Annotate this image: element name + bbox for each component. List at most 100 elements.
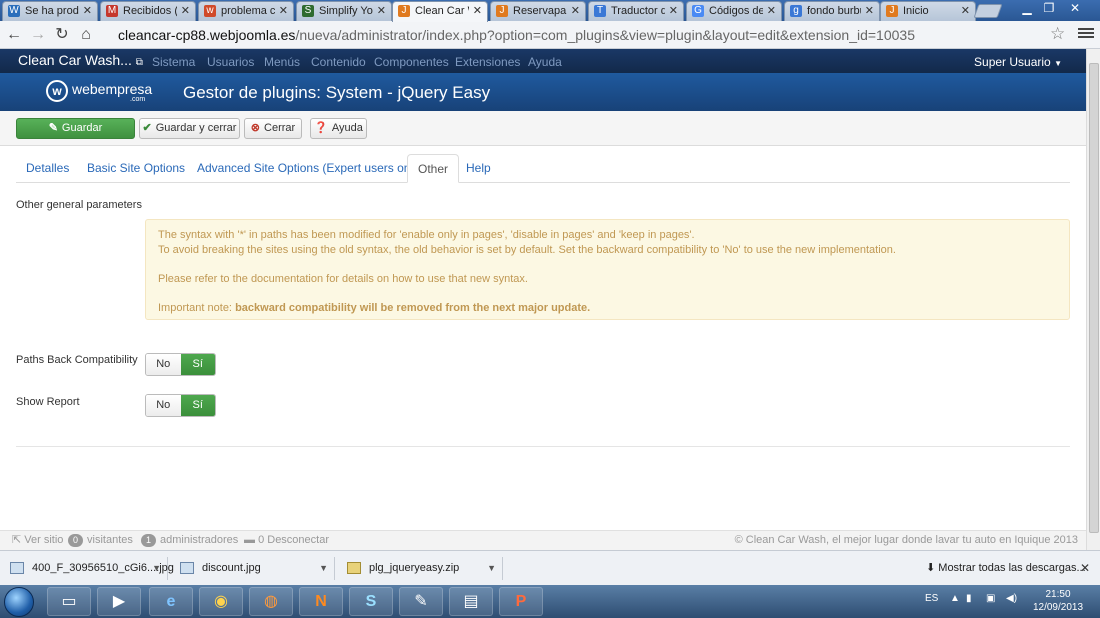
alert-note: Important note: backward compatibility w… <box>158 301 1057 316</box>
show-all-downloads-link[interactable]: ⬇ Mostrar todas las descargas... <box>926 557 1086 580</box>
vertical-scrollbar[interactable] <box>1086 49 1100 550</box>
browser-tab[interactable]: S Simplify You ✕ <box>296 1 392 21</box>
browser-tab[interactable]: J Reservapart ✕ <box>490 1 586 21</box>
close-icon[interactable]: ✕ <box>473 2 482 20</box>
option-no[interactable]: No <box>146 395 181 416</box>
option-yes[interactable]: Sí <box>180 395 215 416</box>
zip-file-icon <box>347 562 361 574</box>
menu-menus[interactable]: Menús <box>264 55 300 69</box>
close-icon[interactable]: ✕ <box>961 2 970 20</box>
question-icon: ❓ <box>314 122 328 134</box>
app-n-icon[interactable]: N <box>299 587 343 616</box>
tab-title: Traductor de <box>611 5 665 17</box>
menu-ayuda[interactable]: Ayuda <box>528 55 562 69</box>
tab-title: Se ha produ <box>25 5 79 17</box>
start-button-icon[interactable] <box>4 587 34 617</box>
site-brand-link[interactable]: Clean Car Wash... ⧉ <box>18 52 143 68</box>
close-icon[interactable]: ✕ <box>377 2 386 20</box>
tab-detalles[interactable]: Detalles <box>16 154 79 183</box>
visitors-label: visitantes <box>87 534 133 546</box>
forward-icon[interactable]: → <box>28 25 48 45</box>
save-close-button[interactable]: ✔ Guardar y cerrar <box>139 118 240 139</box>
maximize-icon[interactable]: ❐ <box>1038 0 1060 18</box>
menu-extensiones[interactable]: Extensiones <box>455 55 520 69</box>
tab-favicon-icon: S <box>302 5 314 17</box>
desktop-app-icon[interactable]: ▤ <box>449 587 493 616</box>
browser-tab[interactable]: M Recibidos (✕ <box>100 1 196 21</box>
menu-componentes[interactable]: Componentes <box>374 55 449 69</box>
browser-tab[interactable]: J Inicio ✕ <box>880 1 976 21</box>
network-icon[interactable]: ▮ <box>966 593 972 604</box>
alert-line: The syntax with '*' in paths has been mo… <box>158 229 695 241</box>
back-icon[interactable]: ← <box>4 25 24 45</box>
logo-name: webempresa <box>72 81 153 97</box>
option-yes[interactable]: Sí <box>180 354 215 375</box>
close-icon[interactable]: ✕ <box>669 2 678 20</box>
media-player-icon[interactable]: ▶ <box>97 587 141 616</box>
tray-app-icon[interactable]: ▣ <box>986 593 995 604</box>
browser-tab[interactable]: g fondo burbu ✕ <box>784 1 880 21</box>
browser-tab-active[interactable]: J Clean Car W ✕ <box>392 1 488 22</box>
user-menu[interactable]: Super Usuario ▼ <box>974 55 1062 69</box>
new-tab-button[interactable] <box>973 4 1003 18</box>
system-clock[interactable]: 21:50 12/09/2013 <box>1028 588 1088 614</box>
save-button[interactable]: ✎ Guardar <box>16 118 135 139</box>
chevron-down-icon[interactable]: ▼ <box>319 557 328 580</box>
download-item[interactable]: discount.jpg ▼ <box>170 557 335 580</box>
reload-icon[interactable]: ↻ <box>52 25 72 45</box>
view-site-link[interactable]: ⇱ Ver sitio <box>12 531 63 550</box>
translate-icon: T <box>594 5 606 17</box>
powerpoint-icon[interactable]: P <box>499 587 543 616</box>
close-icon[interactable]: ✕ <box>279 2 288 20</box>
browser-tab[interactable]: w problema co ✕ <box>198 1 294 21</box>
joomla-icon: J <box>886 5 898 17</box>
scrollbar-thumb[interactable] <box>1089 63 1099 533</box>
minimize-icon[interactable]: ▁ <box>1016 0 1038 18</box>
volume-icon[interactable]: ◀) <box>1006 593 1017 604</box>
browser-tab[interactable]: G Códigos de ✕ <box>686 1 782 21</box>
skype-icon[interactable]: S <box>349 587 393 616</box>
option-no[interactable]: No <box>146 354 181 375</box>
close-icon[interactable]: ✕ <box>1080 557 1090 580</box>
pen-app-icon[interactable]: ✎ <box>399 587 443 616</box>
explorer-icon[interactable]: ▭ <box>47 587 91 616</box>
tab-other[interactable]: Other <box>407 154 460 183</box>
menu-contenido[interactable]: Contenido <box>311 55 366 69</box>
tab-title: Inicio <box>903 5 929 17</box>
help-button[interactable]: ❓ Ayuda <box>310 118 367 139</box>
download-item[interactable]: plg_jqueryeasy.zip ▼ <box>337 557 503 580</box>
show-hidden-icons-icon[interactable]: ▲ <box>950 593 960 604</box>
download-item[interactable]: 400_F_30956510_cGi6....jpg ▼ <box>0 557 174 580</box>
window-close-icon[interactable]: ✕ <box>1064 0 1086 18</box>
chevron-down-icon[interactable]: ▼ <box>487 557 496 580</box>
close-icon[interactable]: ✕ <box>83 2 92 20</box>
close-icon[interactable]: ✕ <box>767 2 776 20</box>
menu-usuarios[interactable]: Usuarios <box>207 55 254 69</box>
internet-explorer-icon[interactable]: e <box>149 587 193 616</box>
tab-title: fondo burbu <box>807 5 861 17</box>
home-icon[interactable]: ⌂ <box>76 25 96 45</box>
close-button[interactable]: ⊗ Cerrar <box>244 118 302 139</box>
url-input[interactable]: cleancar-cp88.webjoomla.es/nueva/adminis… <box>104 25 1064 45</box>
browser-tab[interactable]: W Se ha produ ✕ <box>2 1 98 21</box>
close-icon[interactable]: ✕ <box>181 2 190 20</box>
logout-link[interactable]: ▬ 0 Desconectar <box>244 531 329 550</box>
copyright-text: © Clean Car Wash, el mejor lugar donde l… <box>734 534 1078 546</box>
language-indicator[interactable]: ES <box>925 593 938 604</box>
note-prefix: Important note: <box>158 301 232 314</box>
chevron-down-icon[interactable]: ▼ <box>152 557 161 580</box>
close-icon[interactable]: ✕ <box>865 2 874 20</box>
admins-label: administradores <box>160 534 239 546</box>
tab-advanced-site-options[interactable]: Advanced Site Options (Expert users only… <box>187 154 433 183</box>
browser-menu-icon[interactable] <box>1078 26 1094 42</box>
close-icon[interactable]: ✕ <box>571 2 580 20</box>
browser-tab[interactable]: T Traductor de ✕ <box>588 1 684 21</box>
firefox-icon[interactable]: ◍ <box>249 587 293 616</box>
divider <box>16 446 1070 447</box>
chrome-icon[interactable]: ◉ <box>199 587 243 616</box>
menu-sistema[interactable]: Sistema <box>152 55 195 69</box>
tab-basic-site-options[interactable]: Basic Site Options <box>77 154 195 183</box>
bookmark-star-icon[interactable]: ☆ <box>1050 24 1065 44</box>
tab-help[interactable]: Help <box>456 154 501 183</box>
cancel-icon: ⊗ <box>250 122 261 134</box>
